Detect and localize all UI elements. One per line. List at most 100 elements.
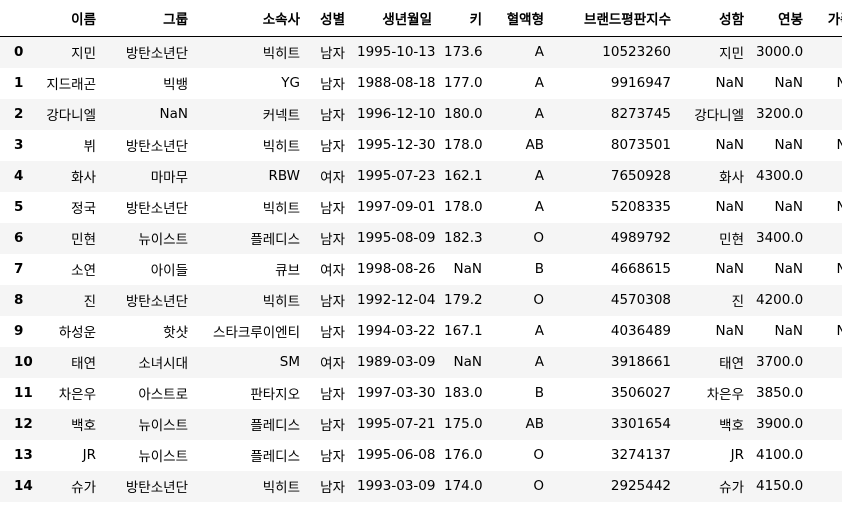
row-index: 6 — [14, 230, 24, 246]
table-cell: 3918661 — [610, 354, 671, 370]
table-cell: 180.0 — [444, 106, 483, 122]
table-cell: 지민 — [719, 46, 744, 63]
column-header: 성별 — [308, 0, 353, 37]
table-cell: 1989-03-09 — [357, 354, 436, 370]
table-cell: 화사 — [71, 170, 96, 186]
table-cell: 1998-08-26 — [357, 261, 436, 277]
table-cell: 1994-03-22 — [357, 323, 436, 339]
table-cell: 슈가 — [71, 480, 96, 496]
table-cell: 플레디스 — [250, 232, 300, 248]
table-cell: 빅히트 — [262, 480, 300, 496]
column-header: 브랜드평판지수 — [552, 0, 679, 37]
table-cell: AB — [525, 137, 545, 153]
table-cell: 뷔 — [83, 139, 96, 155]
table-cell: 1996-12-10 — [357, 106, 436, 122]
table-cell: 4300.0 — [756, 168, 804, 184]
table-cell: 빅뱅 — [163, 77, 188, 93]
table-cell: 남자 — [320, 449, 345, 465]
table-cell: NaN — [453, 354, 482, 370]
table-cell: 3850.0 — [756, 385, 804, 401]
table-cell: 방탄소년단 — [125, 480, 188, 496]
table-cell: 플레디스 — [250, 418, 300, 434]
table-cell: 3000.0 — [756, 44, 804, 61]
table-cell: 남자 — [320, 46, 345, 63]
table-cell: 남자 — [320, 108, 345, 124]
table-cell: 4989792 — [610, 230, 671, 246]
table-cell: 방탄소년단 — [125, 46, 188, 63]
table-cell: A — [534, 75, 544, 91]
table-row: 9 하성운 핫샷 스타크루이엔티 남자 1994-03-22 167.1 A 4036489 Na… — [0, 315, 842, 347]
table-cell: 남자 — [320, 77, 345, 93]
column-header: 성함 — [679, 0, 752, 37]
table-cell: 지민 — [71, 46, 96, 63]
table-cell: 1995-06-08 — [357, 447, 436, 463]
table-row: 6 민현 뉴이스트 플레디스 남자 1995-08-09 182.3 O 4989792 민현 34… — [0, 222, 842, 254]
table-row: 12 백호 뉴이스트 플레디스 남자 1995-07-21 175.0 AB 3301654 백호… — [0, 408, 842, 440]
table-cell: NaN — [159, 106, 188, 122]
table-cell: 차은우 — [706, 387, 744, 403]
table-cell: 뉴이스트 — [138, 232, 188, 248]
table-cell: 7650928 — [610, 168, 671, 184]
table-cell: 6.0 — [811, 223, 842, 254]
table-cell: 강다니엘 — [46, 108, 96, 124]
table-cell: 백호 — [71, 418, 96, 434]
table-cell: 남자 — [320, 480, 345, 496]
table-cell: O — [533, 292, 544, 308]
table-cell: 남자 — [320, 387, 345, 403]
table-cell: 남자 — [320, 325, 345, 341]
row-index: 13 — [14, 447, 33, 463]
row-index: 12 — [14, 416, 33, 432]
table-cell: 3.0 — [811, 37, 842, 68]
row-index: 7 — [14, 261, 24, 277]
row-index: 9 — [14, 323, 24, 339]
table-cell: 소연 — [71, 263, 96, 279]
table-cell: 4.0 — [811, 409, 842, 440]
row-index: 14 — [14, 478, 33, 494]
table-cell: 4570308 — [610, 292, 671, 308]
table-cell: 4100.0 — [756, 447, 804, 463]
table-cell: NaN — [836, 199, 842, 215]
index-header — [0, 0, 38, 37]
column-header: 혈액형 — [490, 0, 552, 37]
table-cell: YG — [281, 75, 300, 91]
table-cell: JR — [730, 447, 744, 463]
table-cell: A — [534, 354, 544, 370]
table-cell: 여자 — [320, 356, 345, 372]
table-cell: 178.0 — [444, 199, 483, 215]
column-header: 키 — [440, 0, 490, 37]
table-cell: 1993-03-09 — [357, 478, 436, 494]
table-cell: 4668615 — [610, 261, 671, 277]
table-cell: 마마무 — [150, 170, 188, 186]
table-cell: SM — [279, 354, 300, 370]
table-cell: 10523260 — [602, 44, 671, 61]
table-cell: B — [534, 261, 544, 277]
table-cell: NaN — [836, 261, 842, 277]
table-cell: 남자 — [320, 232, 345, 248]
table-cell: 9916947 — [610, 75, 671, 91]
column-header: 연봉 — [752, 0, 811, 37]
table-cell: 4.0 — [811, 99, 842, 130]
column-header: 이름 — [38, 0, 104, 37]
table-row: 8 진 방탄소년단 빅히트 남자 1992-12-04 179.2 O 4570308 진 4200… — [0, 284, 842, 316]
row-index: 4 — [14, 168, 24, 184]
table-cell: 판타지오 — [250, 387, 300, 403]
table-cell: NaN — [774, 137, 803, 153]
table-cell: 2925442 — [610, 478, 671, 494]
table-cell: 태연 — [71, 356, 96, 372]
dataframe-table: 이름그룹소속사성별생년월일키혈액형브랜드평판지수성함연봉가족수 0지민방탄소년단… — [0, 0, 842, 502]
row-index: 8 — [14, 292, 24, 308]
table-cell: 3.0 — [811, 161, 842, 192]
table-cell: NaN — [774, 199, 803, 215]
table-cell: NaN — [453, 261, 482, 277]
table-cell: 3200.0 — [756, 106, 804, 122]
table-cell: A — [534, 323, 544, 339]
table-cell: 3506027 — [610, 385, 671, 401]
table-row: 11 차은우 아스트로 판타지오 남자 1997-03-30 183.0 B 3506027 차은… — [0, 377, 842, 409]
table-cell: 방탄소년단 — [125, 139, 188, 155]
column-header: 가족수 — [811, 0, 842, 37]
table-row: 7 소연 아이들 큐브 여자 1998-08-26 NaN B 4668615 NaN NaN NaN — [0, 253, 842, 285]
table-cell: 진 — [83, 294, 96, 310]
row-index: 2 — [14, 106, 24, 122]
table-cell: 뉴이스트 — [138, 418, 188, 434]
table-cell: 3.0 — [811, 347, 842, 378]
